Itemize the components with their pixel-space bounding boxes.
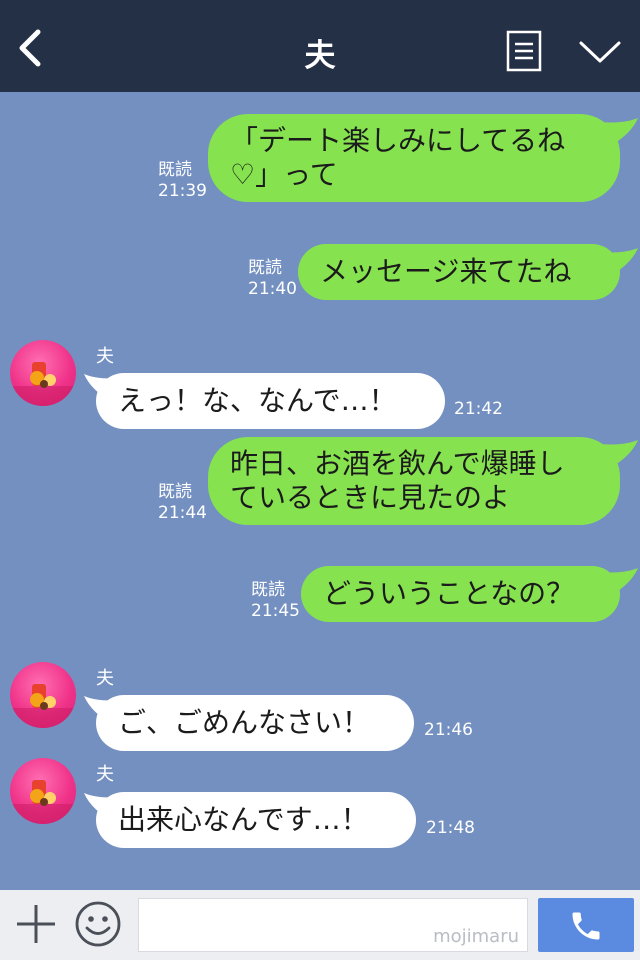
- plus-icon[interactable]: [14, 902, 58, 946]
- timestamp: 21:42: [454, 399, 503, 419]
- read-receipt: 既読: [158, 160, 192, 180]
- drink-icon: [10, 780, 76, 824]
- message-line: どういうことなの？: [323, 577, 575, 610]
- smiley-icon[interactable]: [74, 900, 122, 948]
- watermark: mojimaru: [433, 926, 519, 947]
- incoming-message[interactable]: えっ！な、なんで…！: [96, 373, 445, 429]
- phone-icon: [572, 912, 600, 940]
- message-line: ♡」って: [230, 158, 338, 191]
- message-meta: 既読 21:40: [248, 258, 297, 300]
- chat-title: 夫: [304, 38, 336, 74]
- message-line: 「デート楽しみにしてるね: [230, 124, 566, 157]
- message-input[interactable]: mojimaru: [138, 898, 528, 952]
- call-button[interactable]: [538, 898, 634, 952]
- drink-icon: [10, 362, 76, 406]
- message-meta: 既読 21:44: [158, 482, 207, 524]
- chat-header: 夫: [0, 0, 640, 92]
- message-line: えっ！な、なんで…！: [118, 384, 397, 417]
- message-line: ているときに見たのよ: [230, 481, 511, 514]
- message-meta: 既読 21:39: [158, 160, 207, 202]
- read-receipt: 既読: [251, 580, 285, 600]
- sender-name: 夫: [96, 346, 114, 367]
- input-bar: mojimaru: [0, 890, 640, 960]
- outgoing-message[interactable]: どういうことなの？: [301, 566, 620, 622]
- message-line: メッセージ来てたね: [320, 255, 572, 288]
- sender-name: 夫: [96, 764, 114, 785]
- read-receipt: 既読: [158, 482, 192, 502]
- timestamp: 21:39: [158, 181, 207, 201]
- message-list: 「デート楽しみにしてるね ♡」って 既読 21:39 メッセージ来てたね 既読 …: [0, 92, 640, 890]
- read-receipt: 既読: [248, 258, 282, 278]
- incoming-message[interactable]: 出来心なんです…！: [96, 792, 416, 848]
- timestamp: 21:48: [426, 818, 475, 838]
- timestamp: 21:46: [424, 720, 473, 740]
- avatar[interactable]: [10, 758, 76, 824]
- note-list-icon[interactable]: [506, 30, 542, 72]
- drink-icon: [10, 684, 76, 728]
- avatar[interactable]: [10, 340, 76, 406]
- incoming-message[interactable]: ご、ごめんなさい！: [96, 695, 414, 751]
- message-line: 昨日、お酒を飲んで爆睡し: [230, 447, 565, 480]
- outgoing-message[interactable]: 昨日、お酒を飲んで爆睡し ているときに見たのよ: [208, 437, 620, 525]
- avatar[interactable]: [10, 662, 76, 728]
- timestamp: 21:40: [248, 279, 297, 299]
- chevron-down-icon[interactable]: [578, 38, 622, 66]
- outgoing-message[interactable]: メッセージ来てたね: [298, 244, 620, 300]
- message-line: ご、ごめんなさい！: [118, 706, 371, 739]
- outgoing-message[interactable]: 「デート楽しみにしてるね ♡」って: [208, 114, 620, 202]
- sender-name: 夫: [96, 668, 114, 689]
- message-meta: 既読 21:45: [251, 580, 300, 622]
- timestamp: 21:45: [251, 601, 300, 621]
- chevron-left-icon[interactable]: [14, 28, 50, 68]
- timestamp: 21:44: [158, 503, 207, 523]
- message-line: 出来心なんです…！: [118, 803, 369, 836]
